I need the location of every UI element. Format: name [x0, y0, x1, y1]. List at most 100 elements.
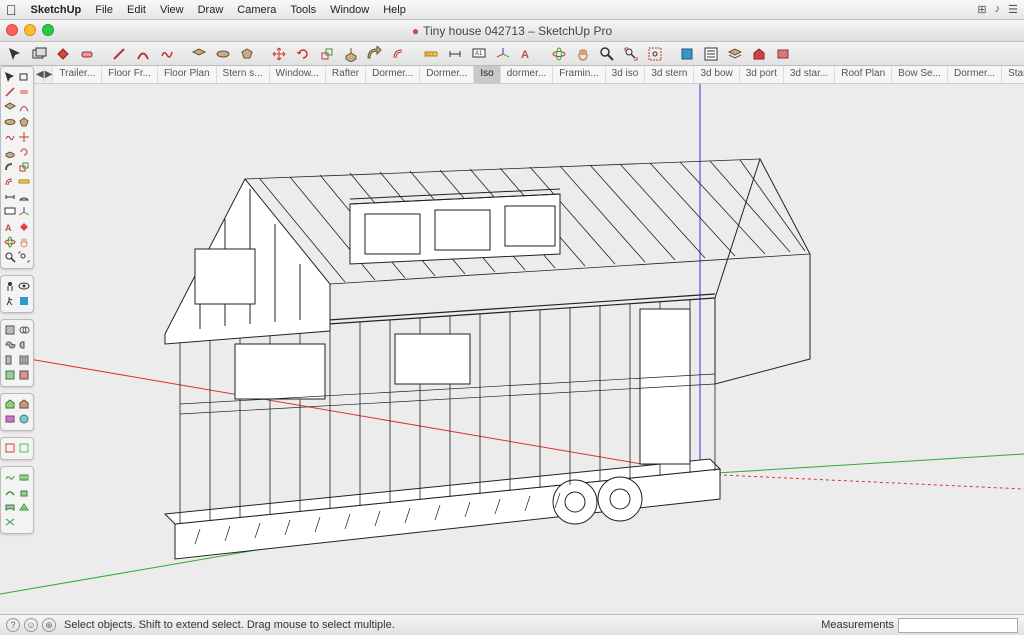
scene-tab[interactable]: 3d port: [740, 66, 784, 83]
scene-tab[interactable]: 3d stern: [645, 66, 694, 83]
scene-tab[interactable]: Bow Se...: [892, 66, 948, 83]
outer-shell-icon[interactable]: [3, 323, 17, 337]
dimension-tool-icon[interactable]: [444, 44, 466, 64]
freehand-icon[interactable]: [3, 130, 17, 144]
app-menu[interactable]: SketchUp: [31, 4, 82, 16]
rect-icon[interactable]: [3, 100, 17, 114]
zoom-window-icon[interactable]: [644, 44, 666, 64]
followme-icon[interactable]: [3, 160, 17, 174]
scene-tab[interactable]: dormer...: [501, 66, 553, 83]
protractor-icon[interactable]: [18, 190, 32, 204]
3dtext-tool-icon[interactable]: A: [516, 44, 538, 64]
scale-tool-icon[interactable]: [316, 44, 338, 64]
minimize-icon[interactable]: [24, 24, 36, 36]
share-component-icon[interactable]: [3, 412, 17, 426]
scene-tab[interactable]: Rafter: [326, 66, 366, 83]
split-icon[interactable]: [18, 353, 32, 367]
pushpull-tool-icon[interactable]: [340, 44, 362, 64]
scene-tab[interactable]: Roof Plan: [835, 66, 892, 83]
scene-tab[interactable]: Dormer...: [948, 66, 1002, 83]
pushpull-icon[interactable]: [3, 145, 17, 159]
paint-icon[interactable]: [18, 220, 32, 234]
tape-icon[interactable]: [18, 175, 32, 189]
scene-tab[interactable]: Floor Plan: [158, 66, 217, 83]
extension-icon[interactable]: [772, 44, 794, 64]
zoom-icon[interactable]: [3, 250, 17, 264]
viewport[interactable]: [0, 84, 1024, 614]
geo-icon[interactable]: ⊕: [42, 618, 56, 632]
rectangle-tool-icon[interactable]: [188, 44, 210, 64]
text-tool-icon[interactable]: A1: [468, 44, 490, 64]
polygon-tool-icon[interactable]: [236, 44, 258, 64]
menu-draw[interactable]: Draw: [198, 4, 224, 16]
pan-icon[interactable]: [18, 235, 32, 249]
arc-tool-icon[interactable]: [132, 44, 154, 64]
zoom-tool-icon[interactable]: [596, 44, 618, 64]
section-tool-icon[interactable]: [676, 44, 698, 64]
line-tool-icon[interactable]: [108, 44, 130, 64]
flip-edge-icon[interactable]: [3, 515, 17, 529]
scenes-left-arrow[interactable]: ◀: [36, 66, 45, 83]
menu-camera[interactable]: Camera: [237, 4, 276, 16]
tiny-house-model[interactable]: [165, 159, 810, 559]
pencil-icon[interactable]: [3, 85, 17, 99]
from-contours-icon[interactable]: [3, 470, 17, 484]
help-icon[interactable]: ?: [6, 618, 20, 632]
paint-bucket-icon[interactable]: [52, 44, 74, 64]
look-around-icon[interactable]: [18, 279, 32, 293]
tape-tool-icon[interactable]: [420, 44, 442, 64]
select-icon[interactable]: [3, 70, 17, 84]
scene-tab-active[interactable]: Iso: [474, 66, 500, 83]
component-icon[interactable]: [18, 70, 32, 84]
text-icon[interactable]: [3, 205, 17, 219]
back-edges-icon[interactable]: [18, 441, 32, 455]
select-tool-icon[interactable]: [4, 44, 26, 64]
apple-icon[interactable]: : [6, 2, 17, 18]
union-icon[interactable]: [3, 338, 17, 352]
move-tool-icon[interactable]: [268, 44, 290, 64]
axes-tool-icon[interactable]: [492, 44, 514, 64]
scene-tab[interactable]: Starboa...: [1002, 66, 1024, 83]
followme-tool-icon[interactable]: [364, 44, 386, 64]
intersect-icon[interactable]: [18, 323, 32, 337]
scene-tab[interactable]: Dormer...: [420, 66, 474, 83]
scene-tab[interactable]: Floor Fr...: [102, 66, 158, 83]
scene-tab[interactable]: 3d bow: [694, 66, 739, 83]
solid-b-icon[interactable]: [18, 368, 32, 382]
eraser-icon[interactable]: [76, 44, 98, 64]
drape-icon[interactable]: [3, 500, 17, 514]
solid-a-icon[interactable]: [3, 368, 17, 382]
menu-view[interactable]: View: [160, 4, 184, 16]
scenes-right-arrow[interactable]: ▶: [45, 66, 54, 83]
share-model-icon[interactable]: [18, 397, 32, 411]
preview-ge-icon[interactable]: [18, 412, 32, 426]
zoom-extents-icon[interactable]: [620, 44, 642, 64]
position-camera-icon[interactable]: [3, 279, 17, 293]
section-icon[interactable]: [18, 294, 32, 308]
smoove-icon[interactable]: [3, 485, 17, 499]
polygon-icon[interactable]: [18, 115, 32, 129]
scene-tab[interactable]: 3d star...: [784, 66, 835, 83]
menu-file[interactable]: File: [95, 4, 113, 16]
pan-tool-icon[interactable]: [572, 44, 594, 64]
rotate-tool-icon[interactable]: [292, 44, 314, 64]
freehand-tool-icon[interactable]: [156, 44, 178, 64]
circle-tool-icon[interactable]: [212, 44, 234, 64]
menu-window[interactable]: Window: [330, 4, 369, 16]
model-canvas[interactable]: [0, 84, 1024, 614]
arc-icon[interactable]: [18, 100, 32, 114]
make-component-icon[interactable]: [28, 44, 50, 64]
walk-icon[interactable]: [3, 294, 17, 308]
xray-icon[interactable]: [3, 441, 17, 455]
close-icon[interactable]: [6, 24, 18, 36]
zoom-icon[interactable]: [42, 24, 54, 36]
circle-icon[interactable]: [3, 115, 17, 129]
menu-edit[interactable]: Edit: [127, 4, 146, 16]
menu-help[interactable]: Help: [383, 4, 406, 16]
zoom-extents-icon[interactable]: [18, 250, 32, 264]
get-models-icon[interactable]: [3, 397, 17, 411]
from-scratch-icon[interactable]: [18, 470, 32, 484]
scale-icon[interactable]: [18, 160, 32, 174]
measurements-input[interactable]: [898, 618, 1018, 633]
scene-tab[interactable]: Window...: [270, 66, 326, 83]
